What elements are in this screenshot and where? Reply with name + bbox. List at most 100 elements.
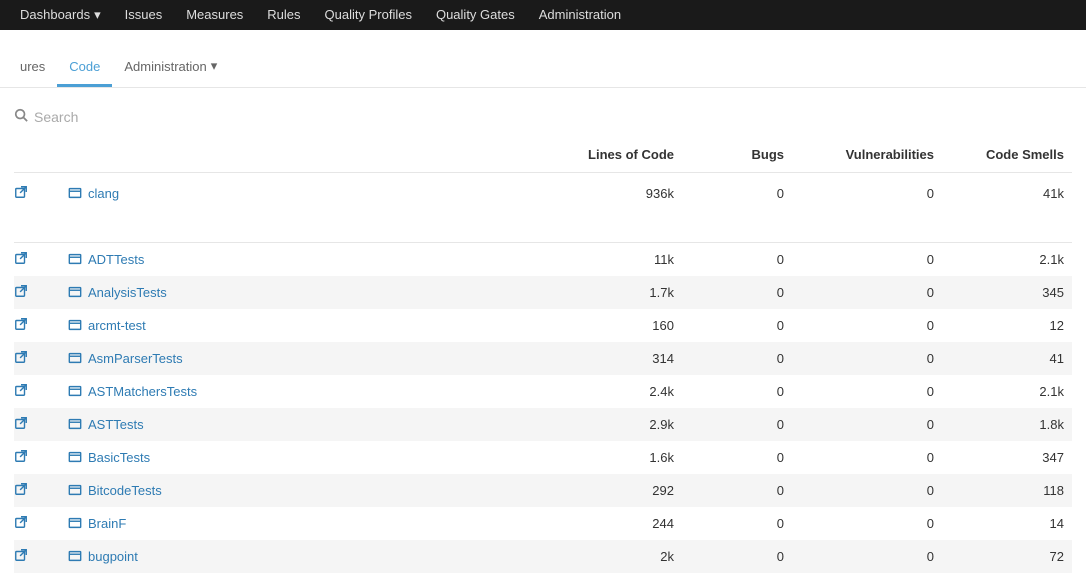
cell-vuln: 0 bbox=[792, 173, 942, 215]
subproject-icon bbox=[68, 483, 82, 497]
cell-vuln: 0 bbox=[792, 540, 942, 573]
table-row: BasicTests1.6k00347 bbox=[14, 441, 1072, 474]
code-table: Lines of Code Bugs Vulnerabilities Code … bbox=[14, 137, 1072, 573]
open-in-new-icon[interactable] bbox=[14, 383, 28, 397]
cell-bugs: 0 bbox=[682, 375, 792, 408]
tab-code[interactable]: Code bbox=[57, 51, 112, 87]
item-name[interactable]: bugpoint bbox=[88, 549, 138, 564]
nav-measures[interactable]: Measures bbox=[174, 0, 255, 30]
cell-vuln: 0 bbox=[792, 309, 942, 342]
subproject-icon bbox=[68, 384, 82, 398]
cell-vuln: 0 bbox=[792, 276, 942, 309]
cell-loc: 936k bbox=[552, 173, 682, 215]
nav-rules[interactable]: Rules bbox=[255, 0, 312, 30]
cell-bugs: 0 bbox=[682, 540, 792, 573]
cell-bugs: 0 bbox=[682, 309, 792, 342]
table-row: AsmParserTests3140041 bbox=[14, 342, 1072, 375]
tab-administration-label: Administration bbox=[124, 59, 206, 74]
subproject-icon bbox=[68, 417, 82, 431]
cell-bugs: 0 bbox=[682, 276, 792, 309]
nav-dashboards[interactable]: Dashboards▾ bbox=[8, 0, 113, 30]
search-input[interactable] bbox=[34, 109, 334, 125]
cell-loc: 244 bbox=[552, 507, 682, 540]
col-vulnerabilities[interactable]: Vulnerabilities bbox=[792, 137, 942, 173]
nav-dashboards-label: Dashboards bbox=[20, 0, 90, 30]
tab-administration[interactable]: Administration ▾ bbox=[112, 50, 229, 87]
cell-loc: 292 bbox=[552, 474, 682, 507]
subproject-icon bbox=[68, 549, 82, 563]
cell-vuln: 0 bbox=[792, 342, 942, 375]
cell-smells: 14 bbox=[942, 507, 1072, 540]
item-name[interactable]: ASTTests bbox=[88, 417, 144, 432]
cell-smells: 12 bbox=[942, 309, 1072, 342]
cell-bugs: 0 bbox=[682, 242, 792, 276]
item-name[interactable]: clang bbox=[88, 186, 119, 201]
cell-smells: 2.1k bbox=[942, 375, 1072, 408]
item-name[interactable]: BasicTests bbox=[88, 450, 150, 465]
item-name[interactable]: BrainF bbox=[88, 516, 126, 531]
nav-quality-profiles[interactable]: Quality Profiles bbox=[313, 0, 424, 30]
cell-vuln: 0 bbox=[792, 474, 942, 507]
open-in-new-icon[interactable] bbox=[14, 548, 28, 562]
open-in-new-icon[interactable] bbox=[14, 449, 28, 463]
nav-quality-gates[interactable]: Quality Gates bbox=[424, 0, 527, 30]
table-row-root: clang 936k 0 0 41k bbox=[14, 173, 1072, 215]
cell-smells: 347 bbox=[942, 441, 1072, 474]
open-in-new-icon[interactable] bbox=[14, 482, 28, 496]
cell-smells: 345 bbox=[942, 276, 1072, 309]
subproject-icon bbox=[68, 450, 82, 464]
item-name[interactable]: AnalysisTests bbox=[88, 285, 167, 300]
project-tabs: ures Code Administration ▾ bbox=[0, 30, 1086, 88]
cell-smells: 41 bbox=[942, 342, 1072, 375]
cell-bugs: 0 bbox=[682, 408, 792, 441]
cell-loc: 1.7k bbox=[552, 276, 682, 309]
table-row: arcmt-test1600012 bbox=[14, 309, 1072, 342]
cell-vuln: 0 bbox=[792, 242, 942, 276]
cell-vuln: 0 bbox=[792, 507, 942, 540]
open-in-new-icon[interactable] bbox=[14, 284, 28, 298]
open-in-new-icon[interactable] bbox=[14, 350, 28, 364]
col-code-smells[interactable]: Code Smells bbox=[942, 137, 1072, 173]
col-bugs[interactable]: Bugs bbox=[682, 137, 792, 173]
spacer-row bbox=[14, 214, 1072, 242]
subproject-icon bbox=[68, 516, 82, 530]
code-search bbox=[0, 88, 1086, 137]
cell-loc: 2.4k bbox=[552, 375, 682, 408]
cell-smells: 1.8k bbox=[942, 408, 1072, 441]
cell-bugs: 0 bbox=[682, 342, 792, 375]
open-in-new-icon[interactable] bbox=[14, 317, 28, 331]
cell-smells: 2.1k bbox=[942, 242, 1072, 276]
caret-down-icon: ▾ bbox=[211, 58, 218, 74]
cell-vuln: 0 bbox=[792, 375, 942, 408]
nav-issues[interactable]: Issues bbox=[113, 0, 175, 30]
item-name[interactable]: ADTTests bbox=[88, 252, 144, 267]
search-icon bbox=[14, 108, 28, 125]
open-in-new-icon[interactable] bbox=[14, 251, 28, 265]
item-name[interactable]: arcmt-test bbox=[88, 318, 146, 333]
table-row: BrainF2440014 bbox=[14, 507, 1072, 540]
open-in-new-icon[interactable] bbox=[14, 185, 28, 199]
table-row: ASTTests2.9k001.8k bbox=[14, 408, 1072, 441]
open-in-new-icon[interactable] bbox=[14, 515, 28, 529]
subproject-icon bbox=[68, 285, 82, 299]
col-lines-of-code[interactable]: Lines of Code bbox=[552, 137, 682, 173]
item-name[interactable]: ASTMatchersTests bbox=[88, 384, 197, 399]
cell-bugs: 0 bbox=[682, 441, 792, 474]
tab-measures-partial[interactable]: ures bbox=[8, 51, 57, 87]
subproject-icon bbox=[68, 351, 82, 365]
subproject-icon bbox=[68, 318, 82, 332]
open-in-new-icon[interactable] bbox=[14, 416, 28, 430]
caret-down-icon: ▾ bbox=[94, 0, 101, 30]
table-row: BitcodeTests29200118 bbox=[14, 474, 1072, 507]
cell-bugs: 0 bbox=[682, 474, 792, 507]
cell-smells: 41k bbox=[942, 173, 1072, 215]
cell-bugs: 0 bbox=[682, 507, 792, 540]
cell-loc: 2.9k bbox=[552, 408, 682, 441]
nav-administration[interactable]: Administration bbox=[527, 0, 633, 30]
top-nav: Dashboards▾ Issues Measures Rules Qualit… bbox=[0, 0, 1086, 30]
item-name[interactable]: BitcodeTests bbox=[88, 483, 162, 498]
cell-vuln: 0 bbox=[792, 441, 942, 474]
table-row: ASTMatchersTests2.4k002.1k bbox=[14, 375, 1072, 408]
cell-smells: 72 bbox=[942, 540, 1072, 573]
item-name[interactable]: AsmParserTests bbox=[88, 351, 183, 366]
